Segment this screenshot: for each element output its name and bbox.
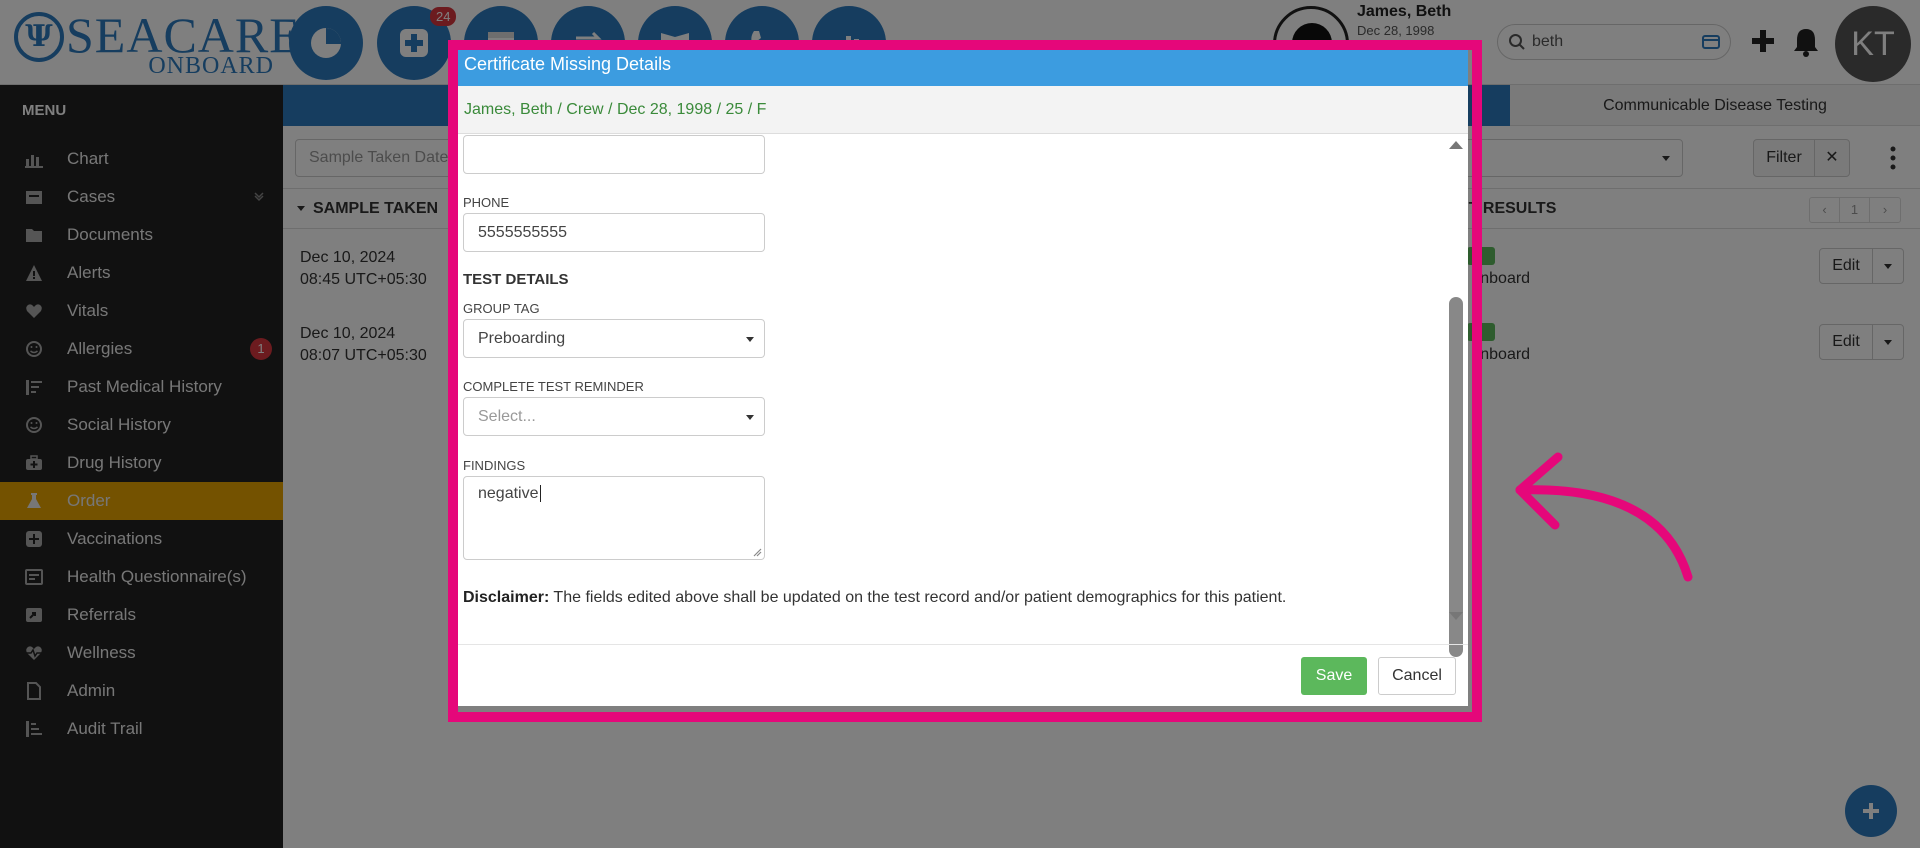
resize-grip-icon[interactable]: [752, 547, 762, 557]
phone-input[interactable]: 5555555555: [463, 213, 765, 252]
findings-textarea[interactable]: negative: [463, 476, 765, 560]
group-tag-value: Preboarding: [478, 330, 566, 347]
group-tag-label: GROUP TAG: [463, 301, 540, 316]
findings-value: negative: [478, 485, 539, 502]
test-details-heading: TEST DETAILS: [463, 271, 569, 288]
modal-footer: Save Cancel: [458, 644, 1468, 706]
caret-down-icon: [746, 337, 754, 342]
reminder-placeholder: Select...: [478, 408, 536, 425]
cancel-button[interactable]: Cancel: [1378, 657, 1456, 695]
findings-label: FINDINGS: [463, 458, 526, 473]
scroll-down-arrow-icon[interactable]: [1449, 612, 1463, 620]
certificate-missing-details-modal: Certificate Missing Details James, Beth …: [458, 50, 1468, 706]
phone-label: PHONE: [463, 195, 510, 210]
annotation-arrow-icon: [1515, 452, 1693, 582]
patient-summary: James, Beth / Crew / Dec 28, 1998 / 25 /…: [458, 86, 1468, 134]
previous-field-input[interactable]: [463, 135, 765, 174]
modal-scrollbar[interactable]: [1446, 135, 1464, 657]
save-button[interactable]: Save: [1301, 657, 1367, 695]
modal-title: Certificate Missing Details: [458, 50, 1468, 86]
disclaimer: Disclaimer: The fields edited above shal…: [463, 589, 1286, 607]
scroll-thumb[interactable]: [1449, 297, 1463, 657]
modal-body: PHONE 5555555555 TEST DETAILS GROUP TAG …: [458, 135, 1468, 633]
disclaimer-label: Disclaimer:: [463, 589, 550, 606]
group-tag-select[interactable]: Preboarding: [463, 319, 765, 358]
complete-test-reminder-select[interactable]: Select...: [463, 397, 765, 436]
disclaimer-body: The fields edited above shall be updated…: [549, 589, 1287, 606]
reminder-label: COMPLETE TEST REMINDER: [463, 379, 644, 394]
caret-down-icon: [746, 415, 754, 420]
scroll-up-arrow-icon[interactable]: [1449, 141, 1463, 149]
